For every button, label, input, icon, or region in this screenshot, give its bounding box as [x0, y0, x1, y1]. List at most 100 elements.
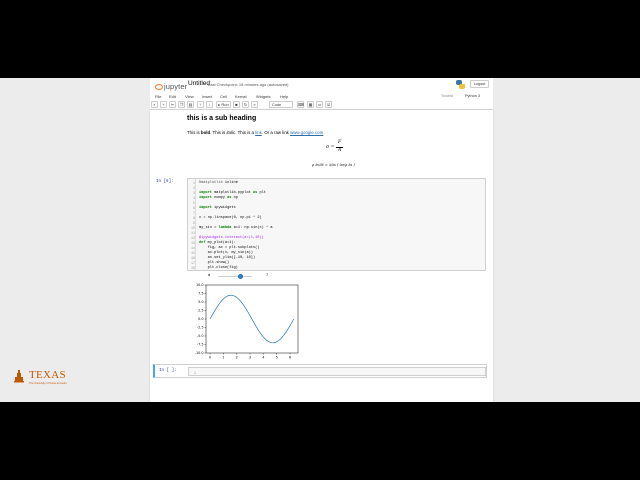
interact-widget: a 7: [208, 272, 278, 280]
logout-button[interactable]: Logout: [470, 80, 489, 88]
line-number: 7: [193, 211, 195, 215]
para-italic: italic: [226, 130, 236, 135]
jupyter-logo-text: jupyter: [164, 82, 188, 91]
cell-type-select[interactable]: Code: [269, 101, 293, 108]
y-tick-label: -10.0: [195, 351, 204, 355]
code-cell-editor[interactable]: 1 %matplotlib inline 2 3 import matplotlib.p…: [187, 178, 486, 271]
ut-wordmark: TEXAS: [29, 369, 66, 381]
slider-handle[interactable]: [238, 273, 244, 279]
cut-icon[interactable]: ✂: [169, 101, 176, 108]
kernel-indicator: Python 3: [465, 93, 480, 98]
line-number: 5: [193, 201, 195, 205]
empty-code-cell[interactable]: In [ ]: 1: [153, 364, 487, 378]
move-up-icon[interactable]: ↑: [197, 101, 204, 108]
empty-cell-editor[interactable]: 1: [188, 367, 486, 376]
y-tick-label: 2.5: [198, 309, 203, 313]
menu-kernel[interactable]: Kernel: [235, 94, 247, 99]
line-number: 13: [191, 241, 195, 245]
copy-icon[interactable]: ❐: [178, 101, 185, 108]
jupyter-orbit-icon: [155, 84, 163, 90]
browser-viewport: jupyter Untitled Last Checkpoint: 18 min…: [0, 78, 640, 402]
para-text-1: This is: [187, 130, 201, 135]
toolbar: ▪ + ✂ ❐ ▤ ↑ ↓ ▸ Run ■ ↻ » Code ⌨ ▦ ▭ ☑: [150, 100, 493, 110]
menu-view[interactable]: View: [185, 94, 194, 99]
code-cell-prompt: In [8]:: [156, 180, 174, 184]
code-line: fig, ax = plt.subplots(): [207, 246, 260, 250]
run-label: Run: [221, 102, 229, 107]
slider-label: a: [208, 272, 211, 277]
slider-value: 7: [266, 272, 269, 277]
y-tick-label: 5.0: [198, 300, 203, 304]
line-number: 14: [191, 246, 195, 250]
line-number: 12: [191, 236, 195, 240]
move-down-icon[interactable]: ↓: [206, 101, 213, 108]
code-line: %matplotlib inline: [199, 181, 238, 185]
sine-plot: 10.0 7.5 5.0 2.5 0.0 -2.5 -5.0 -7.5 -10.0 0 1 2 3 4 5 6: [195, 283, 299, 360]
eq2-text: ρ ∂v/∂t = ∂/∂x ( ∂σ/ρ ∂x ): [312, 163, 355, 167]
eq1-denominator: A: [338, 147, 342, 153]
code-line: ax.set_ylim([-10, 10]): [207, 256, 256, 260]
y-tick-label: -5.0: [197, 334, 204, 338]
para-raw-link[interactable]: www.google.com: [290, 130, 323, 135]
para-link[interactable]: link: [255, 130, 262, 135]
line-number: 1: [194, 370, 196, 375]
save-icon[interactable]: ▪: [151, 101, 158, 108]
line-number: 11: [191, 231, 195, 235]
x-tick-label: 6: [289, 356, 291, 360]
run-icon: ▸: [218, 102, 221, 107]
keyboard-icon[interactable]: ⌨: [297, 101, 304, 108]
restart-icon[interactable]: ↻: [242, 101, 249, 108]
menu-help[interactable]: Help: [280, 94, 288, 99]
x-tick-label: 1: [222, 356, 224, 360]
menu-cell[interactable]: Cell: [220, 94, 227, 99]
markdown-paragraph: This is bold. This is italic. This is a …: [187, 130, 323, 135]
y-tick-label: -2.5: [197, 326, 204, 330]
checkpoint-status: Last Checkpoint: 18 minutes ago (autosav…: [208, 81, 289, 87]
para-bold: bold: [200, 130, 211, 135]
notebook-header: jupyter Untitled Last Checkpoint: 18 min…: [150, 78, 493, 110]
code-line: def my_plot(a=1):: [199, 241, 236, 245]
code-line: ax.plot(x, my_sin(a)): [207, 251, 253, 255]
x-tick-label: 4: [262, 356, 264, 360]
line-number: 8: [193, 216, 195, 220]
menu-widgets[interactable]: Widgets: [256, 94, 270, 99]
menu-edit[interactable]: Edit: [169, 94, 176, 99]
code-line: my_sin = lambda a=1: np.sin(x) * a: [199, 226, 273, 230]
line-number: 10: [191, 226, 195, 230]
widgets-icon[interactable]: ▦: [307, 101, 314, 108]
x-tick-label: 2: [236, 356, 238, 360]
line-number: 4: [193, 196, 195, 200]
para-text-3: . This is a: [235, 130, 256, 135]
x-tick-label: 0: [209, 356, 211, 360]
line-number: 6: [193, 206, 195, 210]
code-line: import numpy as np: [199, 196, 238, 200]
jupyter-logo[interactable]: jupyter: [155, 81, 187, 92]
stop-icon[interactable]: ■: [233, 101, 240, 108]
line-number: 16: [191, 256, 195, 260]
notebook-title[interactable]: Untitled: [188, 80, 210, 87]
ut-texas-logo: TEXAS The University of Texas at Austin: [14, 369, 84, 387]
para-text-4: . Or a raw link: [261, 130, 291, 135]
notebook-body: this is a sub heading This is bold. This…: [150, 110, 493, 402]
y-tick-label: 7.5: [198, 292, 203, 296]
x-tick-label: 3: [249, 356, 251, 360]
line-number: 9: [193, 221, 195, 225]
slider-track[interactable]: [218, 275, 252, 277]
menu-insert[interactable]: Insert: [202, 94, 212, 99]
slideshow-icon[interactable]: ▭: [316, 101, 323, 108]
y-tick-label: -7.5: [197, 343, 204, 347]
paste-icon[interactable]: ▤: [187, 101, 194, 108]
line-number: 2: [193, 186, 195, 190]
para-text-2: . This is: [210, 130, 227, 135]
trusted-indicator[interactable]: Trusted: [441, 94, 453, 98]
add-cell-icon[interactable]: +: [160, 101, 167, 108]
code-line: plt.close(fig): [207, 266, 238, 270]
eq1-lhs: σ =: [326, 145, 335, 150]
line-number: 1: [193, 181, 195, 185]
toggle-icon[interactable]: ☑: [325, 101, 332, 108]
run-button[interactable]: ▸ Run: [216, 101, 231, 108]
code-line: x = np.linspace(0, np.pi * 2): [199, 216, 262, 220]
ut-tower-icon: [14, 370, 24, 383]
menu-file[interactable]: File: [155, 94, 161, 99]
fast-forward-icon[interactable]: »: [251, 101, 258, 108]
